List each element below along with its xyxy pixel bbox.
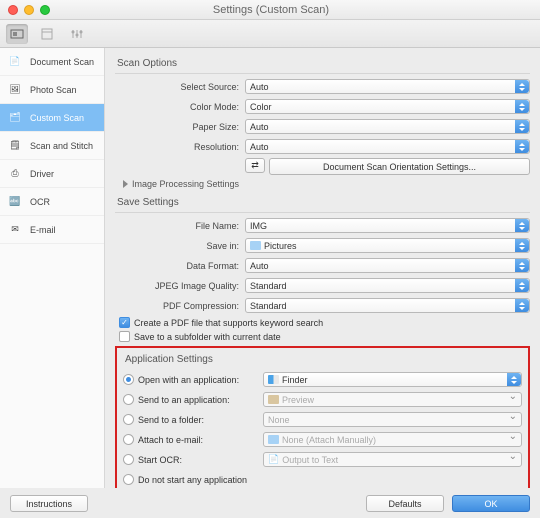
subfolder-checkbox[interactable] xyxy=(119,331,130,342)
send-to-app-label: Send to an application: xyxy=(138,395,230,405)
content-pane: Scan Options Select Source:Auto Color Mo… xyxy=(105,48,540,488)
attach-email-dropdown[interactable]: None (Attach Manually) xyxy=(263,432,522,447)
finder-icon xyxy=(268,375,279,384)
sidebar-item-scan-stitch[interactable]: 🗒Scan and Stitch xyxy=(0,132,104,160)
open-with-label: Open with an application: xyxy=(138,375,239,385)
start-ocr-label: Start OCR: xyxy=(138,455,182,465)
preview-icon xyxy=(268,395,279,404)
sidebar-item-custom-scan[interactable]: 🗂Custom Scan xyxy=(0,104,104,132)
application-settings-highlight: Application Settings Open with an applic… xyxy=(115,346,530,488)
paper-size-label: Paper Size: xyxy=(115,122,245,132)
orientation-icon-button[interactable]: ⇄ xyxy=(245,158,265,173)
instructions-button[interactable]: Instructions xyxy=(10,495,88,512)
send-to-folder-radio[interactable] xyxy=(123,414,134,425)
scan-from-panel-tab[interactable] xyxy=(36,24,58,44)
no-app-label: Do not start any application xyxy=(138,475,247,485)
pdf-compression-dropdown[interactable]: Standard xyxy=(245,298,530,313)
sidebar-item-document-scan[interactable]: 📄Document Scan xyxy=(0,48,104,76)
file-name-label: File Name: xyxy=(115,221,245,231)
data-format-label: Data Format: xyxy=(115,261,245,271)
email-icon: ✉ xyxy=(6,223,24,237)
send-to-app-radio[interactable] xyxy=(123,394,134,405)
color-mode-label: Color Mode: xyxy=(115,102,245,112)
window-title: Settings (Custom Scan) xyxy=(10,4,532,16)
scan-options-head: Scan Options xyxy=(115,56,530,74)
custom-icon: 🗂 xyxy=(6,111,24,125)
save-in-label: Save in: xyxy=(115,241,245,251)
titlebar: Settings (Custom Scan) xyxy=(0,0,540,20)
disclosure-triangle-icon xyxy=(123,180,128,188)
attach-email-label: Attach to e-mail: xyxy=(138,435,203,445)
subfolder-label: Save to a subfolder with current date xyxy=(134,332,281,342)
text-icon: 📄 xyxy=(268,454,279,465)
pdf-keyword-checkbox[interactable]: ✓ xyxy=(119,317,130,328)
no-app-radio[interactable] xyxy=(123,474,134,485)
defaults-button[interactable]: Defaults xyxy=(366,495,444,512)
pdf-compression-label: PDF Compression: xyxy=(115,301,245,311)
save-settings-head: Save Settings xyxy=(115,195,530,213)
save-in-dropdown[interactable]: Pictures xyxy=(245,238,530,253)
start-ocr-radio[interactable] xyxy=(123,454,134,465)
stitch-icon: 🗒 xyxy=(6,139,24,153)
send-to-folder-label: Send to a folder: xyxy=(138,415,204,425)
sidebar-item-ocr[interactable]: 🔤OCR xyxy=(0,188,104,216)
sidebar: 📄Document Scan 🖼Photo Scan 🗂Custom Scan … xyxy=(0,48,105,488)
image-processing-disclosure[interactable]: Image Processing Settings xyxy=(123,179,530,189)
jpeg-quality-label: JPEG Image Quality: xyxy=(115,281,245,291)
resolution-label: Resolution: xyxy=(115,142,245,152)
select-source-dropdown[interactable]: Auto xyxy=(245,79,530,94)
attach-email-radio[interactable] xyxy=(123,434,134,445)
application-settings-head: Application Settings xyxy=(123,352,522,369)
color-mode-dropdown[interactable]: Color xyxy=(245,99,530,114)
orientation-settings-button[interactable]: Document Scan Orientation Settings... xyxy=(269,158,530,175)
photo-icon: 🖼 xyxy=(6,83,24,97)
file-name-field[interactable]: IMG xyxy=(245,218,530,233)
resolution-dropdown[interactable]: Auto xyxy=(245,139,530,154)
data-format-dropdown[interactable]: Auto xyxy=(245,258,530,273)
pdf-keyword-label: Create a PDF file that supports keyword … xyxy=(134,318,323,328)
document-icon: 📄 xyxy=(6,55,24,69)
select-source-label: Select Source: xyxy=(115,82,245,92)
toolbar xyxy=(0,20,540,48)
general-settings-tab[interactable] xyxy=(66,24,88,44)
folder-icon xyxy=(250,241,261,250)
driver-icon: ⎙ xyxy=(6,167,24,181)
sidebar-item-email[interactable]: ✉E-mail xyxy=(0,216,104,244)
paper-size-dropdown[interactable]: Auto xyxy=(245,119,530,134)
sidebar-item-driver[interactable]: ⎙Driver xyxy=(0,160,104,188)
start-ocr-dropdown[interactable]: 📄Output to Text xyxy=(263,452,522,467)
ocr-icon: 🔤 xyxy=(6,195,24,209)
send-to-folder-dropdown[interactable]: None xyxy=(263,412,522,427)
jpeg-quality-dropdown[interactable]: Standard xyxy=(245,278,530,293)
scan-from-computer-tab[interactable] xyxy=(6,24,28,44)
sidebar-item-photo-scan[interactable]: 🖼Photo Scan xyxy=(0,76,104,104)
send-to-app-dropdown[interactable]: Preview xyxy=(263,392,522,407)
open-with-radio[interactable] xyxy=(123,374,134,385)
footer: Instructions Defaults OK xyxy=(0,495,540,512)
folder-icon xyxy=(268,435,279,444)
ok-button[interactable]: OK xyxy=(452,495,530,512)
open-with-dropdown[interactable]: Finder xyxy=(263,372,522,387)
